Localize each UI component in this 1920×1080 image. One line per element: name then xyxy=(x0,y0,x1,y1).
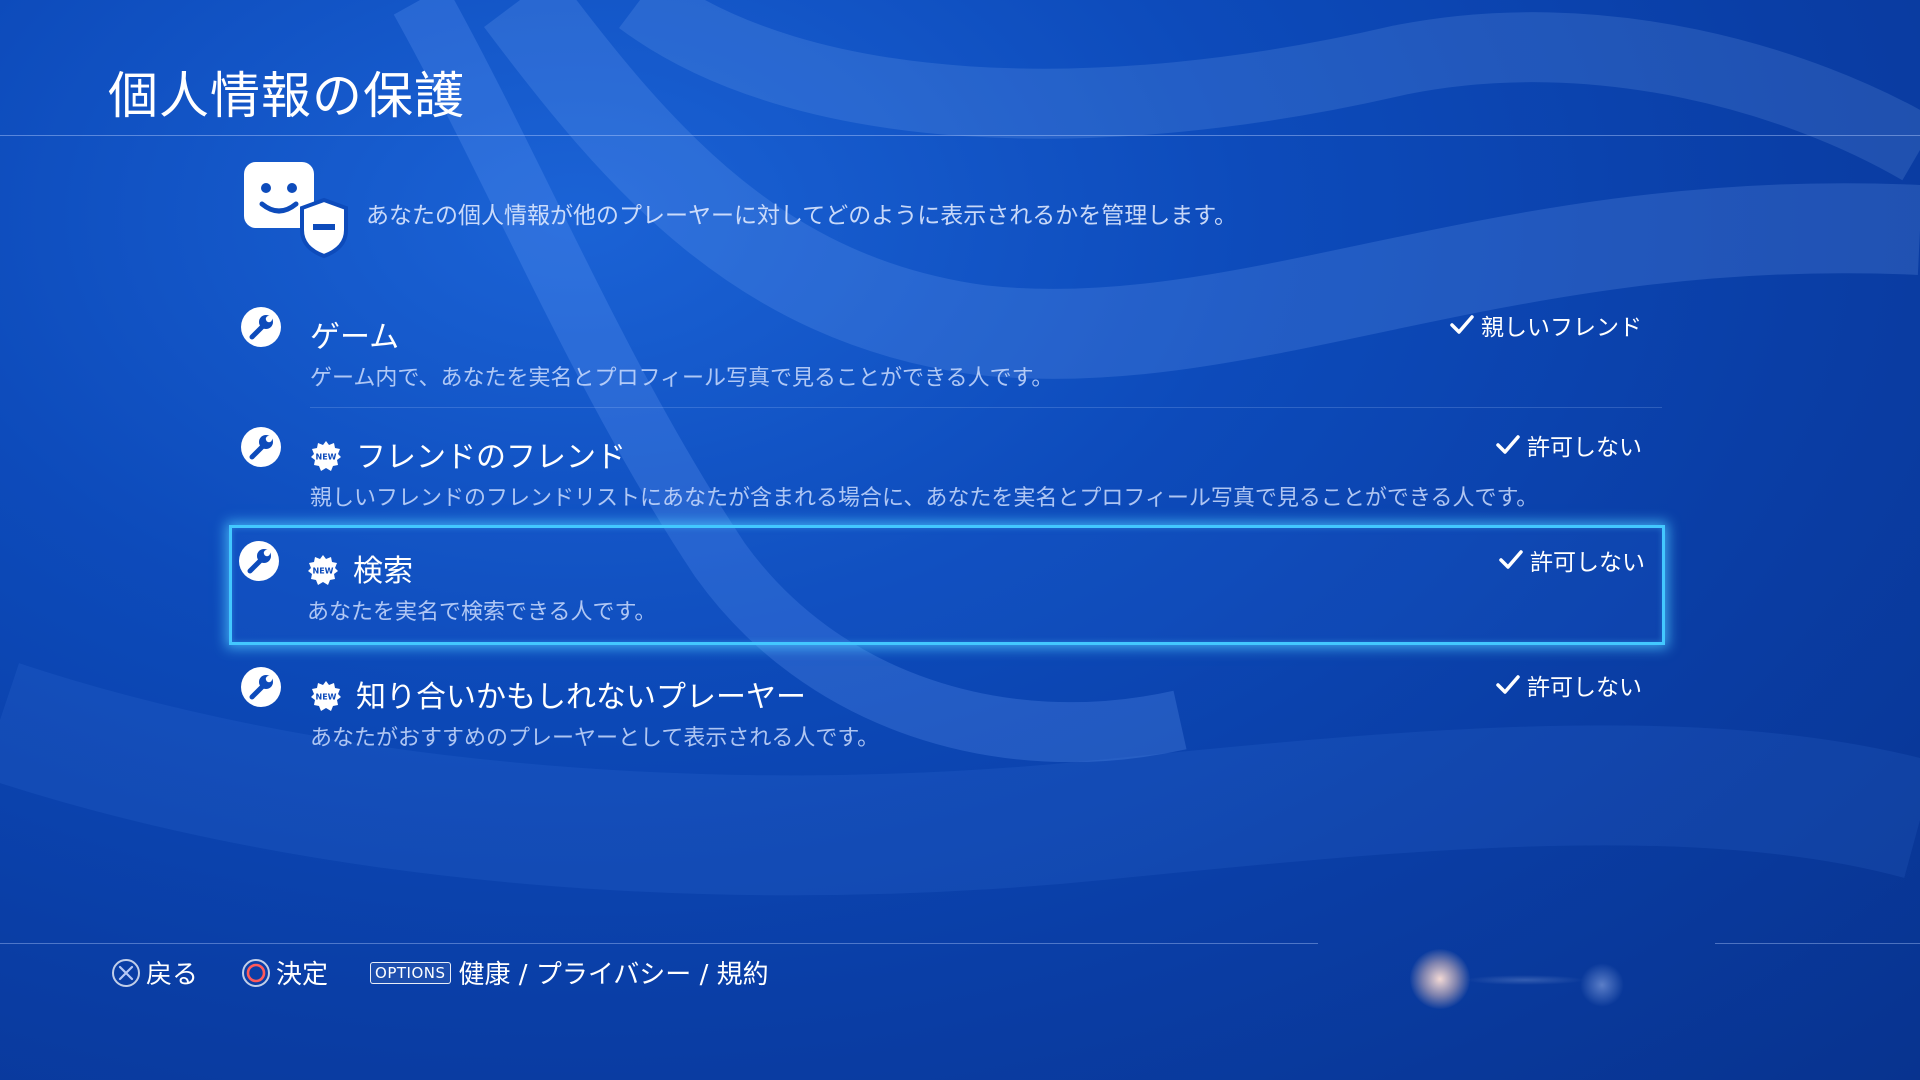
check-icon xyxy=(1496,675,1520,694)
setting-title: ゲーム xyxy=(310,320,400,355)
options-button-icon: OPTIONS xyxy=(370,961,451,984)
new-badge-icon: NEW xyxy=(311,441,341,471)
check-icon xyxy=(1499,550,1523,569)
back-label: 戻る xyxy=(146,960,199,990)
avatar xyxy=(1410,949,1470,1009)
circle-button-icon xyxy=(242,958,271,987)
options-label: 健康 / プライバシー / 規約 xyxy=(458,960,769,990)
wrench-icon xyxy=(241,307,281,347)
setting-description: あなたがおすすめのプレーヤーとして表示される人です。 xyxy=(310,726,880,751)
user-avatar-blurred xyxy=(1405,945,1665,1009)
setting-value: 許可しない xyxy=(1495,428,1642,462)
footer-divider xyxy=(0,943,1318,944)
check-icon xyxy=(1496,435,1520,454)
setting-description: 親しいフレンドのフレンドリストにあなたが含まれる場合に、あなたを実名とプロフィー… xyxy=(310,486,1539,511)
setting-description: ゲーム内で、あなたを実名とプロフィール写真で見ることができる人です。 xyxy=(310,366,1054,391)
setting-value: 許可しない xyxy=(1498,543,1645,577)
setting-title: フレンドのフレンド xyxy=(356,440,626,475)
setting-value-label: 許可しない xyxy=(1530,550,1645,576)
new-badge-label: NEW xyxy=(316,453,337,462)
options-button-hint[interactable]: OPTIONS 健康 / プライバシー / 規約 xyxy=(370,954,769,991)
setting-value-label: 許可しない xyxy=(1527,675,1642,701)
setting-value-label: 許可しない xyxy=(1527,435,1642,461)
setting-row-search[interactable]: NEW 検索 あなたを実名で検索できる人です。 許可しない xyxy=(229,525,1665,645)
setting-description: あなたを実名で検索できる人です。 xyxy=(307,600,657,625)
setting-value: 親しいフレンド xyxy=(1449,308,1642,342)
setting-title: 検索 xyxy=(353,554,413,589)
back-button-hint[interactable]: 戻る xyxy=(110,954,198,991)
setting-value: 許可しない xyxy=(1495,668,1642,702)
new-badge-label: NEW xyxy=(316,693,337,702)
privacy-face-shield-icon xyxy=(244,162,348,259)
page-title: 個人情報の保護 xyxy=(108,67,465,125)
cross-button-icon xyxy=(112,958,140,987)
row-divider xyxy=(310,407,1662,408)
privacy-settings-screen: { "header": { "title": "個人情報の保護" }, "int… xyxy=(0,0,1920,1080)
setting-row-people-you-may-know[interactable]: NEW 知り合いかもしれないプレーヤー あなたがおすすめのプレーヤーとして表示さ… xyxy=(232,650,1662,768)
intro-description: あなたの個人情報が他のプレーヤーに対してどのように表示されるかを管理します。 xyxy=(366,203,1238,229)
footer-divider xyxy=(1715,943,1920,944)
wrench-icon xyxy=(241,427,281,467)
wrench-icon xyxy=(239,541,279,581)
confirm-button-hint[interactable]: 決定 xyxy=(240,954,328,991)
new-badge-icon: NEW xyxy=(308,555,338,585)
confirm-label: 決定 xyxy=(276,960,329,990)
new-badge-icon: NEW xyxy=(311,681,341,711)
setting-value-label: 親しいフレンド xyxy=(1481,315,1642,341)
setting-title: 知り合いかもしれないプレーヤー xyxy=(356,680,806,715)
header-divider xyxy=(0,135,1920,136)
setting-row-game[interactable]: ゲーム ゲーム内で、あなたを実名とプロフィール写真で見ることができる人です。 親… xyxy=(232,290,1662,408)
username-blurred xyxy=(1465,975,1585,985)
setting-row-friends-of-friends[interactable]: NEW フレンドのフレンド 親しいフレンドのフレンドリストにあなたが含まれる場合… xyxy=(232,410,1662,528)
wrench-icon xyxy=(241,667,281,707)
status-indicator xyxy=(1580,963,1624,1007)
footer-button-guide: 戻る 決定 OPTIONS 健康 / プライバシー / 規約 xyxy=(110,954,811,991)
new-badge-label: NEW xyxy=(313,567,334,576)
check-icon xyxy=(1450,315,1474,334)
